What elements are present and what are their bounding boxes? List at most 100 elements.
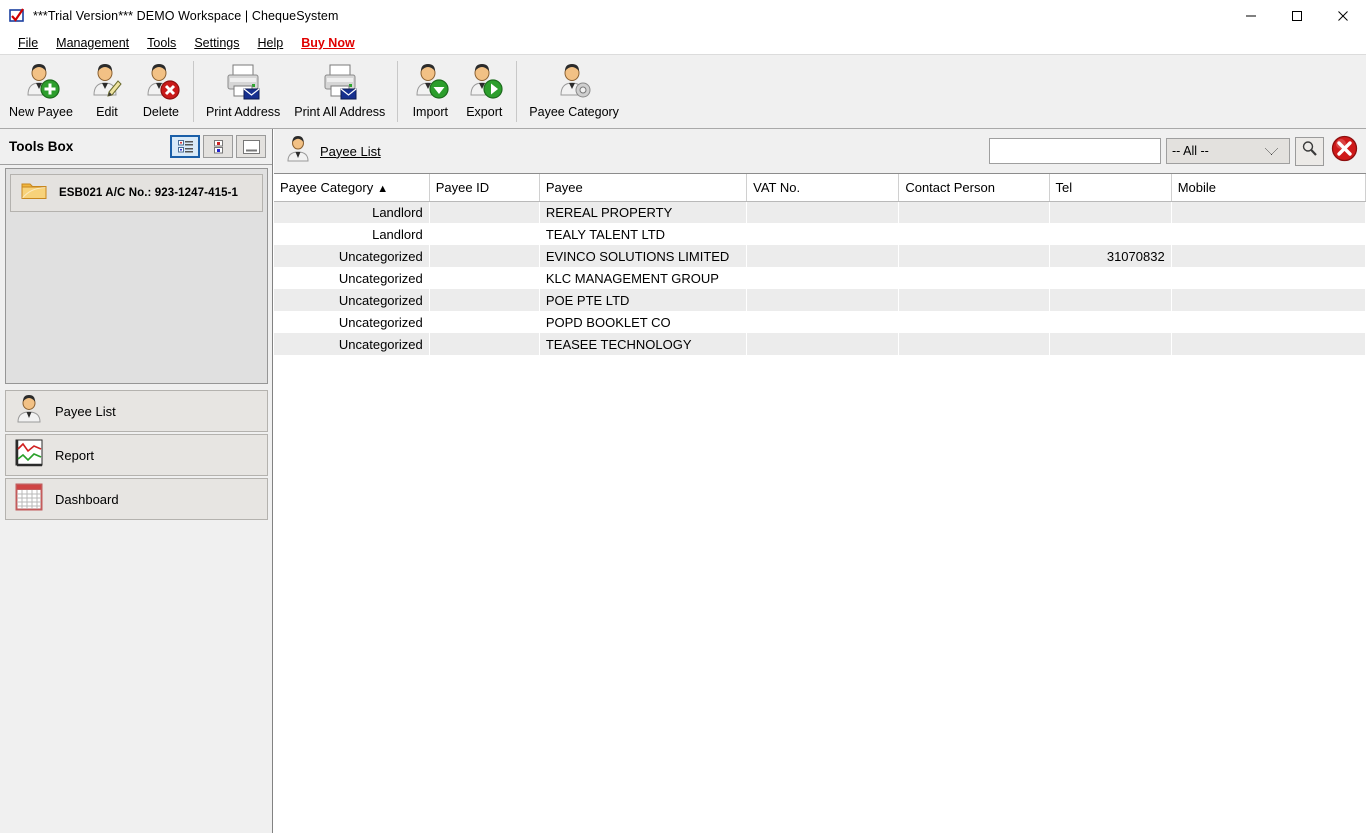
cell-tel: [1049, 289, 1172, 311]
cell-mobile: [1171, 333, 1366, 355]
tab-strip: Payee List -- All --: [274, 129, 1366, 174]
edit-label: Edit: [96, 105, 118, 119]
cell-payee-id: [429, 267, 540, 289]
cell-payee: REREAL PROPERTY: [539, 201, 748, 223]
detail-view-button[interactable]: [203, 135, 233, 158]
cell-contact-person: [898, 289, 1050, 311]
user-add-icon: [21, 60, 61, 104]
payee-table: Payee Category ▲ Payee ID Payee VAT No. C…: [274, 174, 1366, 355]
cell-payee: TEALY TALENT LTD: [539, 223, 748, 245]
table-row[interactable]: Uncategorized POPD BOOKLET CO: [274, 311, 1366, 333]
sidebar-item-dashboard-label: Dashboard: [55, 491, 119, 507]
search-input[interactable]: [989, 138, 1161, 164]
payee-table-container[interactable]: Payee Category ▲ Payee ID Payee VAT No. C…: [274, 174, 1366, 831]
list-view-button[interactable]: [170, 135, 200, 158]
accounts-panel: ESB021 A/C No.: 923-1247-415-1: [5, 168, 268, 384]
cell-payee-id: [429, 289, 540, 311]
cell-payee: TEASEE TECHNOLOGY: [539, 333, 748, 355]
sidebar-item-report[interactable]: Report: [5, 434, 268, 476]
payee-category-button[interactable]: Payee Category: [522, 55, 626, 128]
magnifier-icon: [1301, 140, 1318, 162]
menu-tools[interactable]: Tools: [138, 32, 185, 54]
tab-payee-list[interactable]: Payee List: [282, 135, 381, 168]
toolbar-separator-1: [192, 61, 194, 122]
toolbar-group-print: Print Address Print All Address: [199, 55, 392, 128]
cell-contact-person: [898, 223, 1050, 245]
cell-category: Uncategorized: [274, 289, 430, 311]
account-item[interactable]: ESB021 A/C No.: 923-1247-415-1: [10, 174, 263, 212]
table-row[interactable]: Uncategorized EVINCO SOLUTIONS LIMITED 310…: [274, 245, 1366, 267]
export-button[interactable]: Export: [457, 55, 511, 128]
print-all-address-button[interactable]: Print All Address: [287, 55, 392, 128]
cell-category: Uncategorized: [274, 245, 430, 267]
tab-payee-list-label: Payee List: [320, 143, 381, 159]
delete-button[interactable]: Delete: [134, 55, 188, 128]
search-area: -- All --: [989, 135, 1360, 167]
cell-vat-no: [746, 201, 900, 223]
main-toolbar: New Payee Edit Delete Print Address Prin…: [0, 54, 1366, 129]
cell-vat-no: [746, 245, 900, 267]
print-address-label: Print Address: [205, 105, 281, 119]
cell-category: Landlord: [274, 201, 430, 223]
cell-payee: EVINCO SOLUTIONS LIMITED: [539, 245, 748, 267]
table-row[interactable]: Uncategorized POE PTE LTD: [274, 289, 1366, 311]
minimize-button[interactable]: [1228, 0, 1274, 32]
red-x-circle-icon: [1331, 135, 1358, 167]
cell-payee-id: [429, 311, 540, 333]
print-address-button[interactable]: Print Address: [199, 55, 287, 128]
cell-mobile: [1171, 311, 1366, 333]
body-split: Tools Box ESB021 A/C No.: 923-1247-415-1…: [0, 129, 1366, 833]
delete-label: Delete: [142, 105, 179, 119]
cell-payee-id: [429, 245, 540, 267]
menu-file[interactable]: File: [9, 32, 47, 54]
search-button[interactable]: [1295, 136, 1324, 166]
payee-table-body: Landlord REREAL PROPERTY Landlord TEALY TAL…: [274, 201, 1366, 355]
printer-envelope-icon: [223, 60, 263, 104]
toolbar-group-io: Import Export: [403, 55, 511, 128]
cell-vat-no: [746, 267, 900, 289]
edit-button[interactable]: Edit: [80, 55, 134, 128]
user-icon: [285, 135, 311, 168]
user-delete-icon: [141, 60, 181, 104]
menu-help[interactable]: Help: [248, 32, 292, 54]
tools-box-sidebar: Tools Box ESB021 A/C No.: 923-1247-415-1…: [0, 129, 273, 833]
menu-settings[interactable]: Settings: [185, 32, 248, 54]
cell-vat-no: [746, 311, 900, 333]
minimize-view-button[interactable]: [236, 135, 266, 158]
tools-box-header: Tools Box: [0, 129, 272, 165]
close-button[interactable]: [1320, 0, 1366, 32]
cell-payee-id: [429, 333, 540, 355]
menu-buy-now[interactable]: Buy Now: [292, 32, 363, 54]
cell-mobile: [1171, 289, 1366, 311]
cell-contact-person: [898, 201, 1050, 223]
cell-tel: [1049, 201, 1172, 223]
sidebar-item-dashboard[interactable]: Dashboard: [5, 478, 268, 520]
menu-management[interactable]: Management: [47, 32, 138, 54]
filter-select[interactable]: -- All --: [1166, 138, 1290, 164]
main-content: Payee List -- All -- Payee Category ▲ Pa…: [273, 129, 1366, 833]
cell-contact-person: [898, 311, 1050, 333]
new-payee-button[interactable]: New Payee: [2, 55, 80, 128]
column-header-payee-category[interactable]: Payee Category ▲: [274, 174, 430, 202]
import-button[interactable]: Import: [403, 55, 457, 128]
table-row[interactable]: Landlord REREAL PROPERTY: [274, 201, 1366, 223]
cell-payee: POPD BOOKLET CO: [539, 311, 748, 333]
printer-envelope-icon: [320, 60, 360, 104]
column-header-tel[interactable]: Tel: [1049, 174, 1172, 202]
column-header-payee-id[interactable]: Payee ID: [429, 174, 540, 202]
maximize-button[interactable]: [1274, 0, 1320, 32]
sidebar-item-payee-list[interactable]: Payee List: [5, 390, 268, 432]
sort-asc-icon: ▲: [377, 182, 389, 195]
clear-search-button[interactable]: [1329, 135, 1360, 167]
table-row[interactable]: Uncategorized KLC MANAGEMENT GROUP: [274, 267, 1366, 289]
column-header-vat-no[interactable]: VAT No.: [746, 174, 900, 202]
table-row[interactable]: Uncategorized TEASEE TECHNOLOGY: [274, 333, 1366, 355]
menu-bar: File Management Tools Settings Help Buy …: [0, 32, 1366, 54]
cell-vat-no: [746, 289, 900, 311]
table-row[interactable]: Landlord TEALY TALENT LTD: [274, 223, 1366, 245]
title-bar: ***Trial Version*** DEMO Workspace | Che…: [0, 0, 1366, 32]
chart-icon: [15, 439, 43, 472]
column-header-contact-person[interactable]: Contact Person: [898, 174, 1050, 202]
column-header-mobile[interactable]: Mobile: [1171, 174, 1366, 202]
column-header-payee[interactable]: Payee: [539, 174, 748, 202]
